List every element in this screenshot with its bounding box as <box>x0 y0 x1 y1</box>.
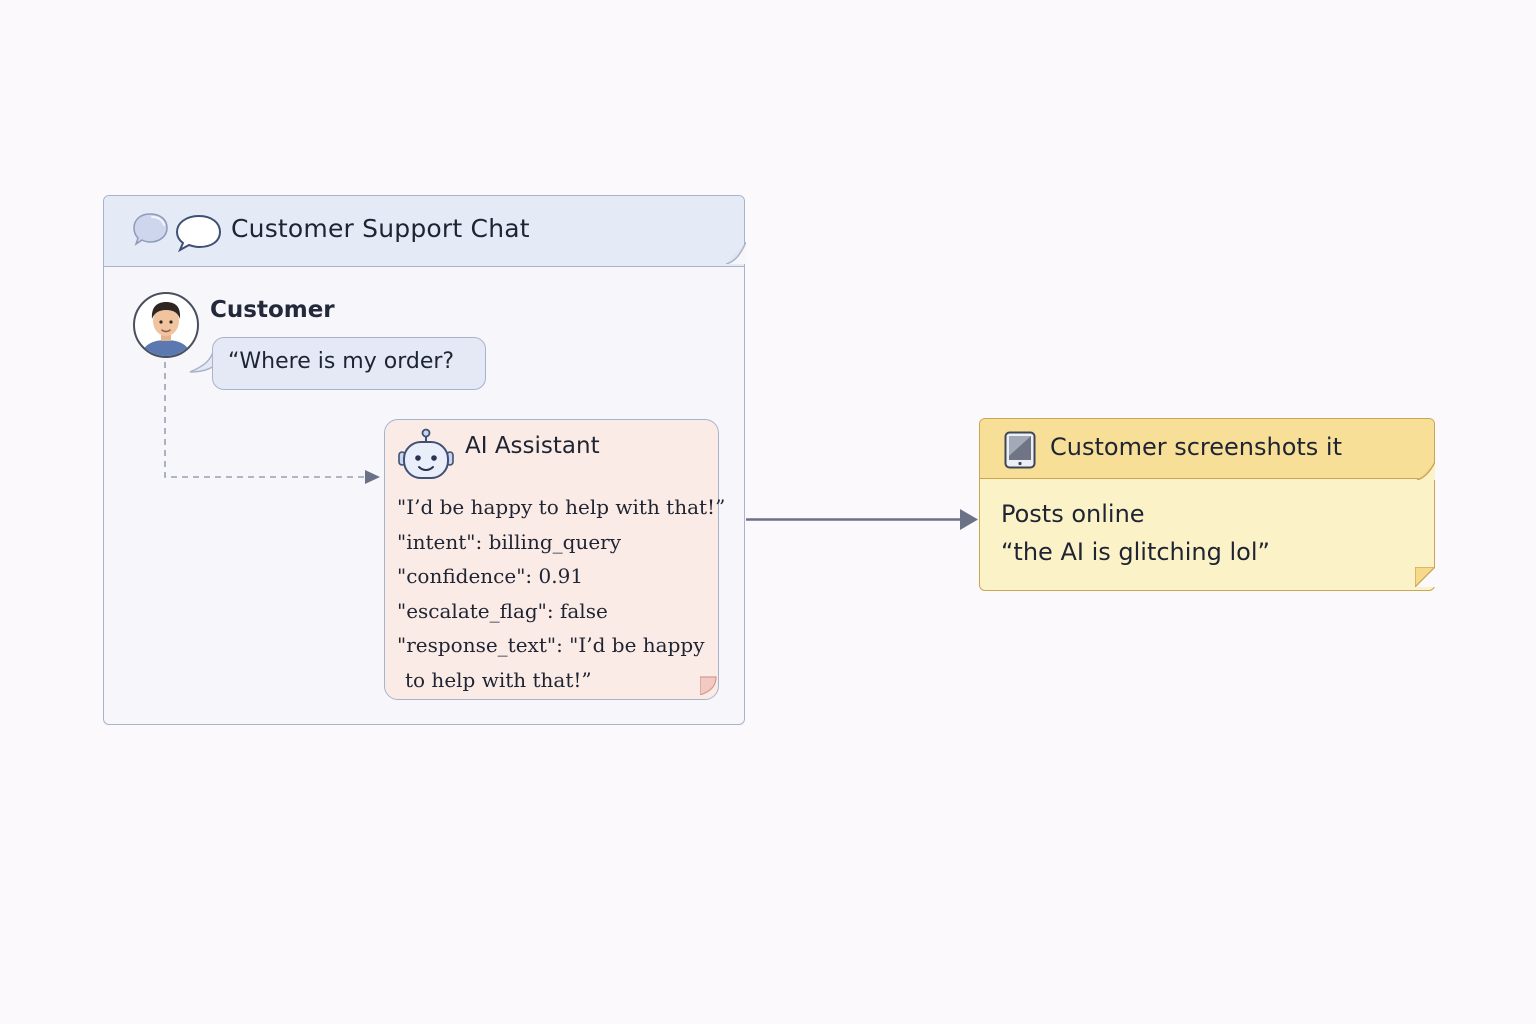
dashed-connector-arrow <box>159 360 389 494</box>
note-page-fold <box>1414 566 1437 591</box>
header-page-fold <box>1416 461 1436 484</box>
tablet-icon <box>1004 431 1036 473</box>
ai-assistant-title: AI Assistant <box>465 433 600 459</box>
outcome-text: Posts online “the AI is glitching lol” <box>1001 495 1270 571</box>
customer-support-chat-window: Customer Support Chat Customer “Where is… <box>103 195 747 725</box>
outcome-title: Customer screenshots it <box>1050 433 1343 461</box>
outcome-header: Customer screenshots it <box>980 419 1436 481</box>
ai-response-line: "I’d be happy to help with that!” <box>397 495 726 519</box>
chat-header-icons <box>132 212 224 256</box>
chat-title: Customer Support Chat <box>231 214 530 243</box>
ai-json-intent-line: "intent": billing_query <box>397 529 622 554</box>
speech-bubbles-icon <box>133 213 222 253</box>
ai-card-page-fold <box>699 675 718 699</box>
ai-json-escalate-line: "escalate_flag": false <box>397 598 608 623</box>
ai-json-response-text-line: "response_text": "I’d be happy <box>397 633 705 657</box>
main-flow-arrow <box>746 505 980 539</box>
header-page-fold <box>725 241 747 268</box>
robot-icon <box>397 428 455 488</box>
ai-response-lines: "I’d be happy to help with that!” "inten… <box>397 490 725 697</box>
ai-json-confidence-line: "confidence": 0.91 <box>397 564 584 588</box>
customer-name: Customer <box>210 297 335 323</box>
customer-screenshots-note: Customer screenshots it Posts online “th… <box>979 418 1437 591</box>
ai-json-response-text-continuation: to help with that!” <box>405 667 592 692</box>
outcome-line-posts-online: Posts online <box>1001 500 1145 528</box>
ai-assistant-card: AI Assistant "I’d be happy to help with … <box>384 419 725 700</box>
outcome-line-quote: “the AI is glitching lol” <box>1001 538 1270 566</box>
chat-header: Customer Support Chat <box>104 196 747 268</box>
